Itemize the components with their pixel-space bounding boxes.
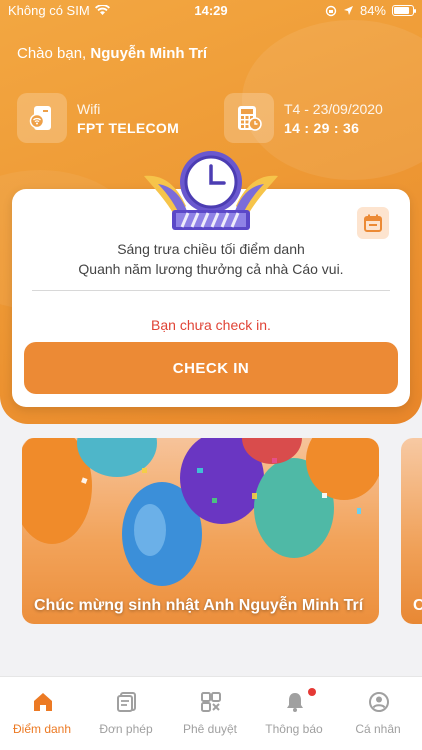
greeting: Chào bạn, Nguyễn Minh Trí: [17, 45, 207, 62]
slogan-line-2: Quanh năm lương thưởng cả nhà Cáo vui.: [78, 261, 344, 277]
greeting-prefix: Chào bạn,: [17, 45, 87, 62]
wifi-name: FPT TELECOM: [77, 119, 180, 136]
approval-grid-icon: [201, 692, 221, 712]
calendar-icon: [364, 214, 382, 232]
tab-ca-nhan[interactable]: Cá nhân: [336, 677, 420, 750]
user-name: Nguyễn Minh Trí: [90, 45, 208, 62]
tab-label: Thông báo: [265, 722, 323, 736]
location-arrow-icon: [343, 6, 353, 15]
calculator-clock-icon: [224, 93, 274, 143]
tab-thong-bao[interactable]: Thông báo: [252, 677, 336, 750]
check-in-button[interactable]: CHECK IN: [24, 342, 398, 394]
home-icon: [34, 693, 52, 711]
router-icon: [17, 93, 67, 143]
slogan-line-1: Sáng trưa chiều tối điểm danh: [117, 241, 305, 257]
status-bar: Không có SIM 14:29 84%: [0, 0, 422, 22]
next-banner-peek[interactable]: C: [401, 438, 422, 624]
next-banner-caption: C: [413, 597, 422, 614]
tab-label: Cá nhân: [355, 722, 401, 736]
document-icon: [117, 692, 136, 712]
slogan: Sáng trưa chiều tối điểm danh Quanh năm …: [12, 239, 410, 279]
user-icon: [369, 692, 389, 712]
rotation-lock-icon: [325, 5, 337, 16]
clock-emblem-icon: [144, 151, 278, 230]
checkin-status: Bạn chưa check in.: [151, 317, 271, 333]
wifi-label: Wifi: [77, 100, 101, 117]
birthday-banner[interactable]: Chúc mừng sinh nhật Anh Nguyễn Minh Trí: [22, 438, 379, 624]
calendar-button[interactable]: [357, 207, 389, 239]
date-info: T4 - 23/09/2020 14 : 29 : 36: [224, 93, 383, 143]
time-text: 14 : 29 : 36: [284, 119, 360, 136]
notification-badge: [308, 688, 316, 696]
bell-icon: [287, 693, 303, 712]
banner-caption: Chúc mừng sinh nhật Anh Nguyễn Minh Trí: [34, 597, 364, 614]
tab-don-phep[interactable]: Đơn phép: [84, 677, 168, 750]
tab-phe-duyet[interactable]: Phê duyệt: [168, 677, 252, 750]
tab-label: Điểm danh: [12, 722, 72, 736]
date-text: T4 - 23/09/2020: [284, 100, 383, 117]
battery-percent: 84%: [359, 3, 386, 18]
wifi-info: Wifi FPT TELECOM: [17, 93, 179, 143]
tab-label: Phê duyệt: [182, 722, 238, 736]
divider: [32, 290, 390, 291]
battery-icon: [392, 5, 416, 16]
bottom-tab-bar: Điểm danh Đơn phép Phê duyệt Thông báo C…: [0, 676, 422, 750]
tab-label: Đơn phép: [99, 722, 153, 736]
tab-diem-danh[interactable]: Điểm danh: [0, 677, 84, 750]
